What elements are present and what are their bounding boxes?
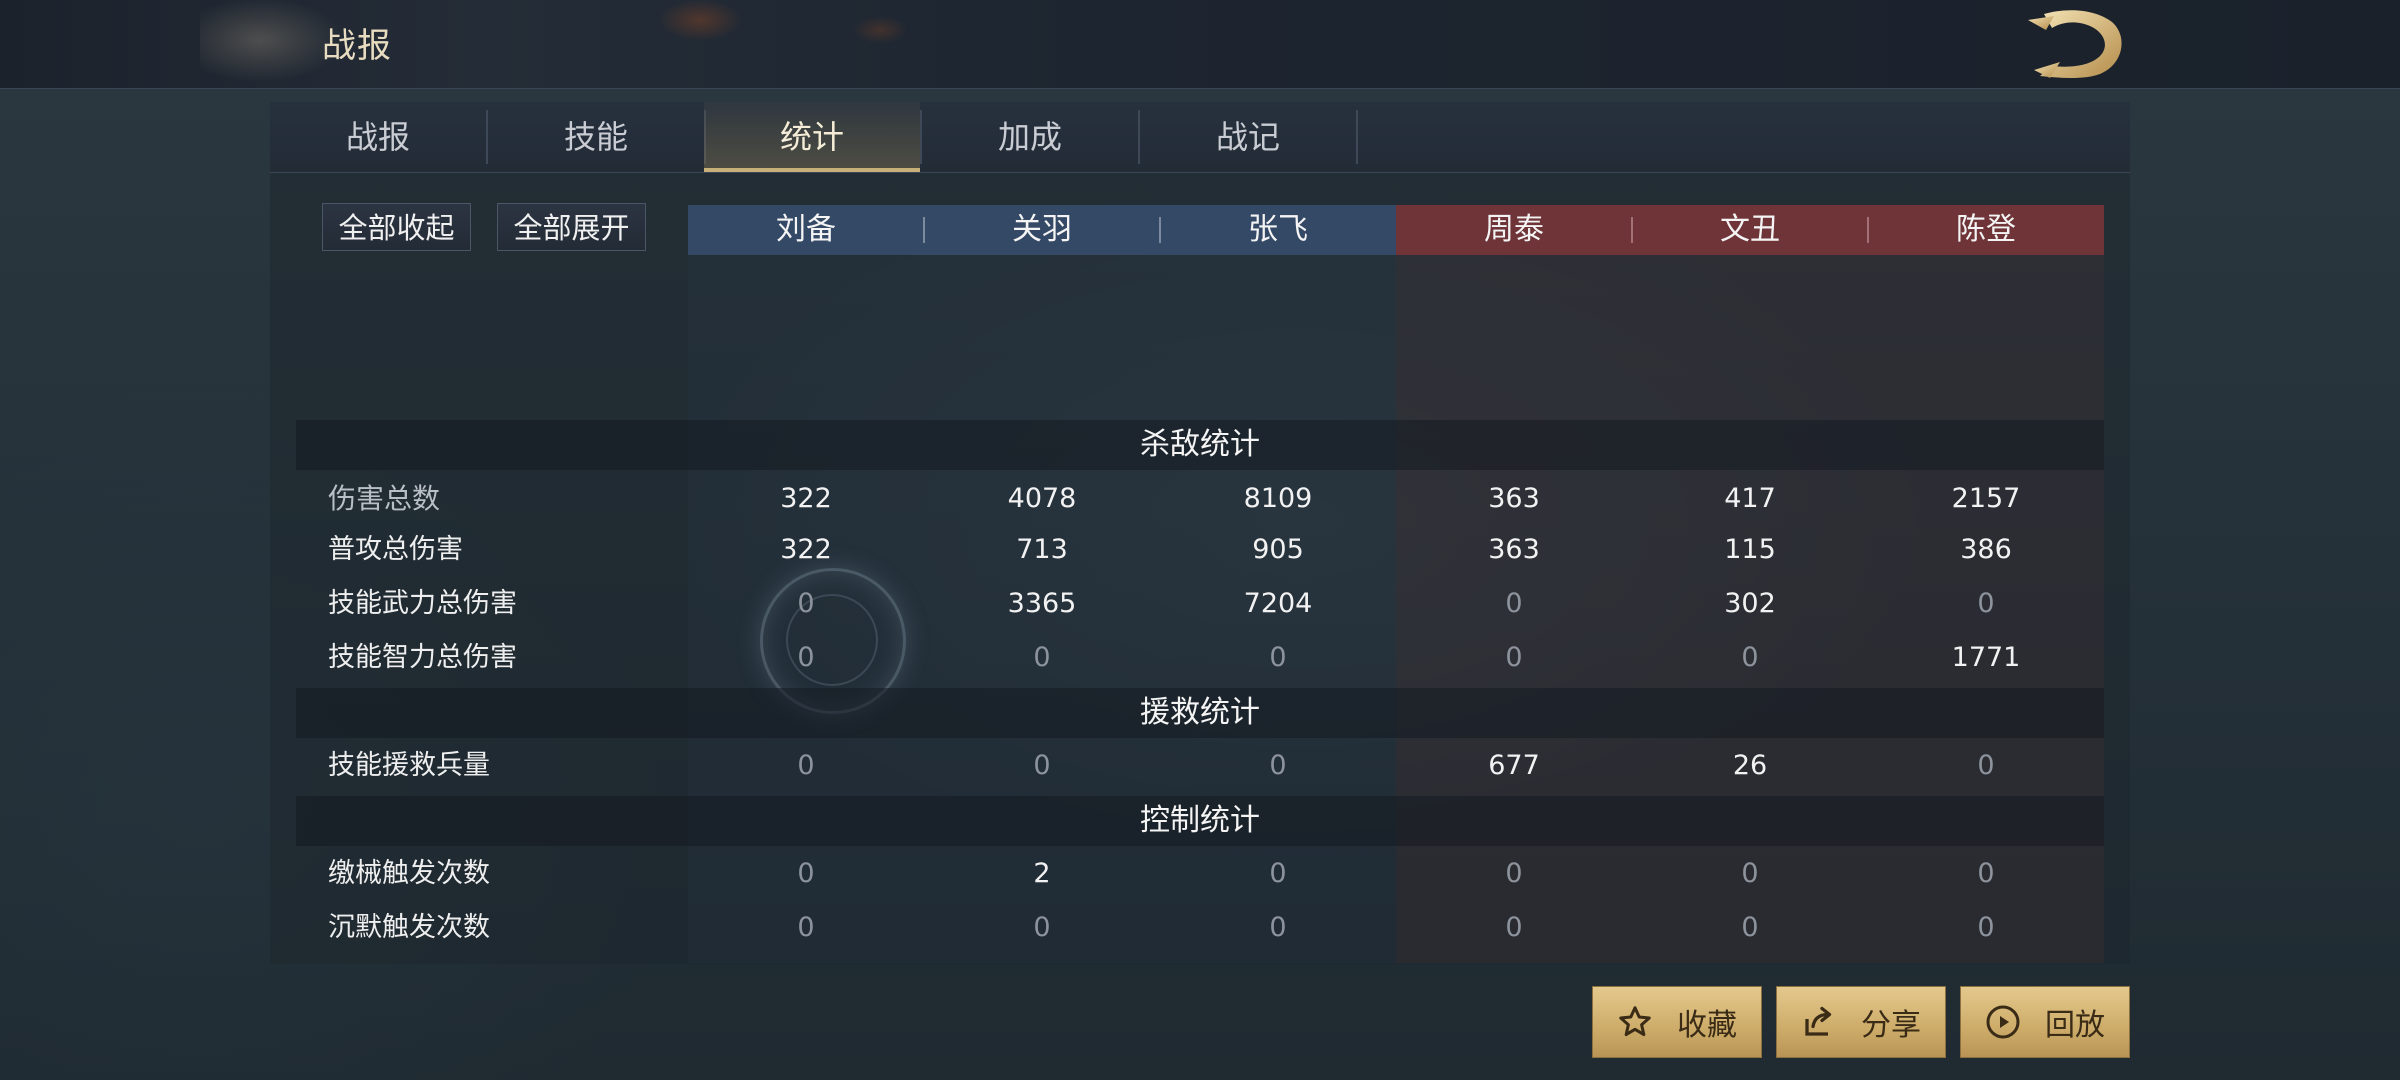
stat-cell: 0 [1505,642,1523,673]
stat-cell: 0 [1033,642,1051,673]
header-decoration [200,0,920,88]
stat-cell: 322 [780,534,832,565]
hero-name-ally-1: 刘备 [776,212,836,247]
stat-cell: 713 [1016,534,1068,565]
stat-cell: 0 [797,750,815,781]
collapse-all-button[interactable]: 全部收起 [322,203,471,251]
share-button[interactable]: 分享 [1776,986,1946,1058]
stat-cell: 302 [1724,588,1776,619]
stat-cell: 0 [1269,858,1287,889]
tab-skills[interactable]: 技能 [488,102,704,172]
hero-name-enemy-3: 陈登 [1956,212,2016,247]
share-icon [1805,1006,1832,1036]
stat-cell: 0 [1977,858,1995,889]
stat-cell: 0 [1977,750,1995,781]
stat-cell: 0 [1505,912,1523,943]
expand-all-button[interactable]: 全部展开 [497,203,646,251]
tab-statistics[interactable]: 统计 [704,102,920,172]
stat-cell: 386 [1960,534,2012,565]
stat-cell: 0 [1269,750,1287,781]
stat-cell: 905 [1252,534,1304,565]
stat-cell: 0 [1741,912,1759,943]
stat-cell: 115 [1724,534,1776,565]
row-label-skill-rescue-troops: 技能援救兵量 [328,750,490,781]
stat-cell: 1771 [1951,642,2021,673]
stat-cell: 0 [797,858,815,889]
dragon-logo-icon [2028,10,2122,79]
stat-cell: 2 [1033,858,1051,889]
replay-button[interactable]: 回放 [1960,986,2130,1058]
replay-label: 回放 [2045,1008,2105,1043]
stat-cell: 0 [1033,750,1051,781]
stat-cell: 417 [1724,483,1776,514]
row-label-skill-intellect-damage: 技能智力总伤害 [328,642,517,673]
section-control-stats[interactable]: 控制统计 [296,796,2104,846]
tab-divider [1356,110,1358,164]
section-kill-stats[interactable]: 杀敌统计 [296,420,2104,470]
stat-cell: 0 [797,642,815,673]
stat-cell: 677 [1488,750,1540,781]
row-label-skill-force-damage: 技能武力总伤害 [328,588,517,619]
tab-battle-report[interactable]: 战报 [270,102,486,172]
stat-cell: 0 [797,588,815,619]
stat-cell: 0 [797,912,815,943]
stat-cell: 363 [1488,483,1540,514]
stat-cell: 2157 [1951,483,2021,514]
row-label-normal-attack-damage: 普攻总伤害 [328,534,463,565]
stat-cell: 4078 [1007,483,1077,514]
row-label-total-damage: 伤害总数 [328,482,441,515]
stat-cell: 0 [1505,858,1523,889]
row-label-silence-triggers: 沉默触发次数 [328,912,490,943]
stat-cell: 0 [1269,642,1287,673]
row-label-disarm-triggers: 缴械触发次数 [328,858,490,889]
tab-war-records[interactable]: 战记 [1140,102,1356,172]
tab-bonus[interactable]: 加成 [922,102,1138,172]
play-circle-icon [1986,1005,2020,1039]
hero-name-enemy-2: 文丑 [1720,212,1780,247]
hero-name-ally-3: 张飞 [1248,212,1308,247]
page-title: 战报 [322,26,392,66]
stat-cell: 0 [1269,912,1287,943]
top-bar: 战报 [0,0,2400,89]
stat-cell: 363 [1488,534,1540,565]
stat-cell: 0 [1741,858,1759,889]
stat-cell: 26 [1732,750,1768,781]
stat-cell: 0 [1033,912,1051,943]
favorite-label: 收藏 [1677,1008,1737,1043]
favorite-button[interactable]: 收藏 [1592,986,1762,1058]
section-rescue-stats[interactable]: 援救统计 [296,688,2104,738]
star-icon [1619,1006,1651,1037]
stat-cell: 0 [1977,588,1995,619]
stat-cell: 0 [1977,912,1995,943]
hero-name-enemy-1: 周泰 [1484,212,1544,247]
stat-cell: 322 [780,483,832,514]
stat-cell: 7204 [1243,588,1313,619]
stat-cell: 0 [1505,588,1523,619]
share-label: 分享 [1861,1008,1921,1043]
stat-cell: 3365 [1007,588,1077,619]
tab-bar: 战报 技能 统计 加成 战记 [270,102,2130,173]
hero-name-ally-2: 关羽 [1012,212,1072,247]
stat-cell: 8109 [1243,483,1313,514]
stat-cell: 0 [1741,642,1759,673]
